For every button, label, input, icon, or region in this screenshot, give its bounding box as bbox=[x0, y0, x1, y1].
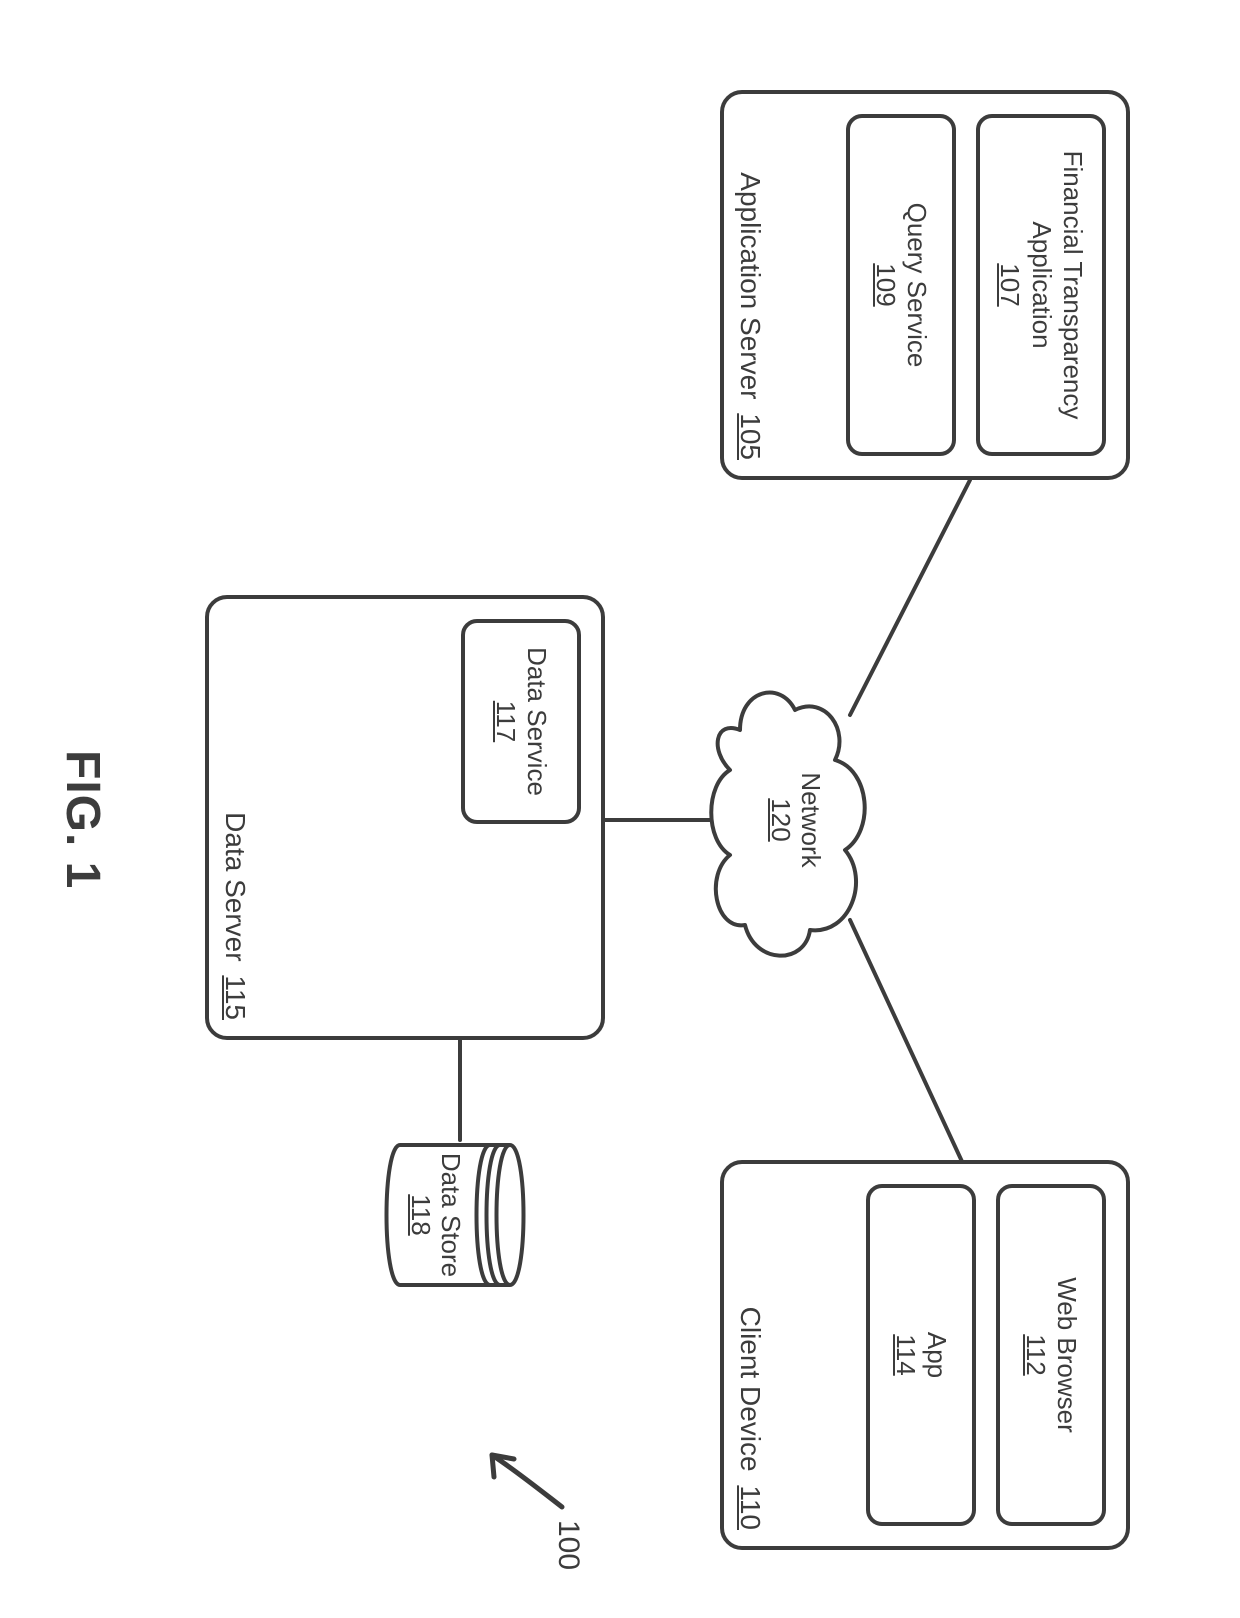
qs-ref: 109 bbox=[870, 263, 901, 306]
network-label-group: Network 120 bbox=[765, 675, 825, 965]
data-store-ref: 118 bbox=[406, 1194, 436, 1235]
app-server-label-group: Application Server 105 bbox=[734, 172, 766, 460]
app-box: App 114 bbox=[866, 1184, 976, 1526]
ref-arrow-icon bbox=[460, 1435, 570, 1525]
qs-label: Query Service bbox=[901, 203, 932, 368]
data-server-label-group: Data Server 115 bbox=[219, 812, 251, 1020]
fta-label: Financial Transparency Application bbox=[1025, 118, 1087, 452]
fta-ref: 107 bbox=[994, 263, 1025, 306]
app-label: App bbox=[921, 1332, 952, 1378]
client-device-label-group: Client Device 110 bbox=[734, 1307, 766, 1530]
data-store-label: Data Store bbox=[436, 1153, 466, 1277]
data-store-label-group: Data Store 118 bbox=[405, 1135, 465, 1295]
query-service-box: Query Service 109 bbox=[846, 114, 956, 456]
network-ref: 120 bbox=[766, 798, 796, 841]
figure-ref: 100 bbox=[551, 1520, 586, 1570]
data-service-label: Data Service bbox=[521, 647, 552, 796]
data-service-ref: 117 bbox=[490, 701, 521, 742]
data-server-ref: 115 bbox=[220, 975, 251, 1020]
app-server-label: Application Server bbox=[735, 172, 766, 399]
client-device-box: Web Browser 112 App 114 Client Device 11… bbox=[720, 1160, 1130, 1550]
application-server-box: Financial Transparency Application 107 Q… bbox=[720, 90, 1130, 480]
figure-caption: FIG. 1 bbox=[55, 750, 110, 889]
app-ref: 114 bbox=[890, 1334, 921, 1375]
data-service-box: Data Service 117 bbox=[461, 619, 581, 824]
client-device-ref: 110 bbox=[735, 1485, 766, 1530]
financial-transparency-app-box: Financial Transparency Application 107 bbox=[976, 114, 1106, 456]
app-server-ref: 105 bbox=[735, 413, 766, 460]
browser-label: Web Browser bbox=[1051, 1277, 1082, 1433]
network-label: Network bbox=[796, 772, 826, 867]
browser-ref: 112 bbox=[1020, 1334, 1051, 1375]
data-server-box: Data Service 117 Data Server 115 bbox=[205, 595, 605, 1040]
web-browser-box: Web Browser 112 bbox=[996, 1184, 1106, 1526]
client-device-label: Client Device bbox=[735, 1307, 766, 1472]
data-server-label: Data Server bbox=[220, 812, 251, 961]
